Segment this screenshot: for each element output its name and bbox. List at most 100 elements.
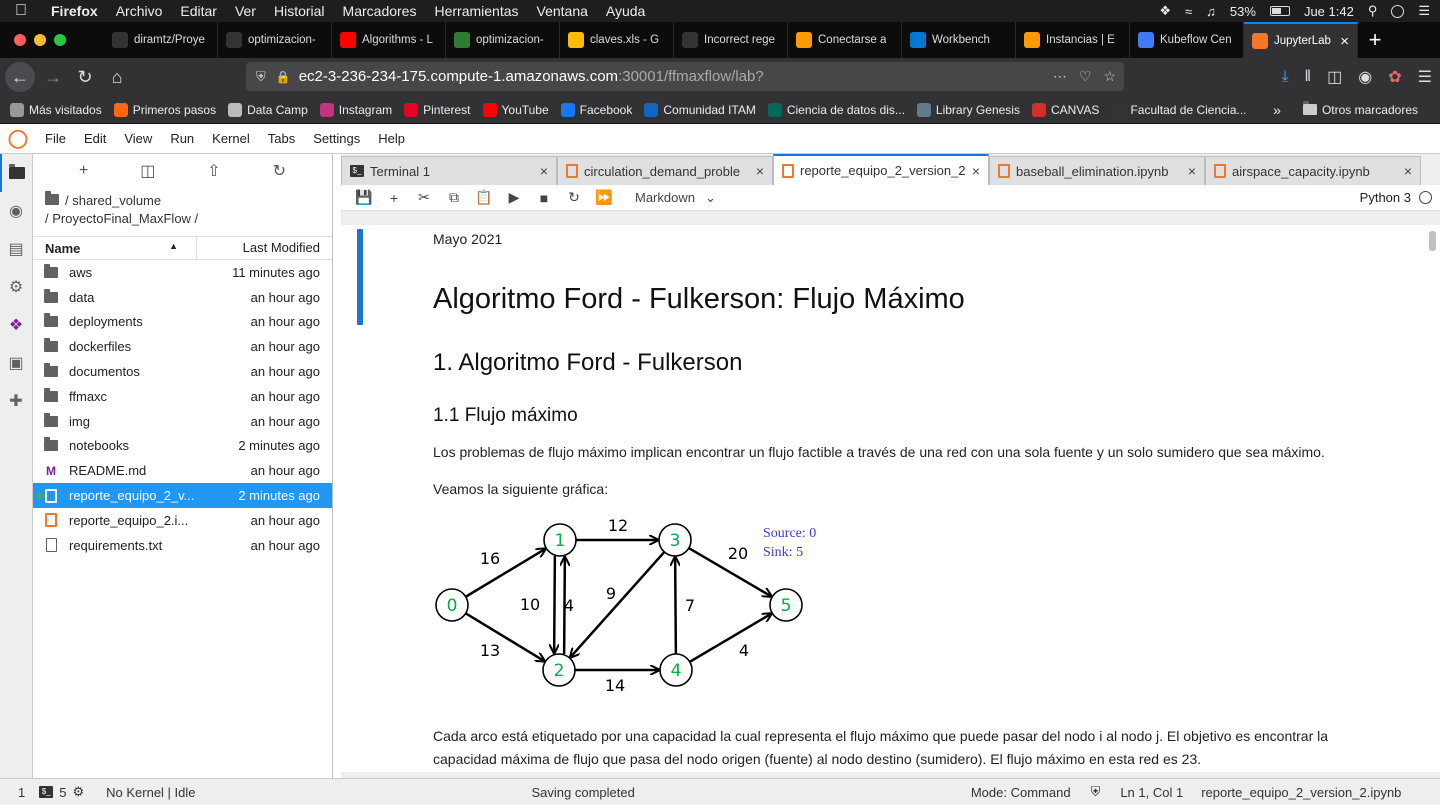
menu-help[interactable]: Help [369,131,414,146]
breadcrumb-project[interactable]: / ProyectoFinal_MaxFlow / [45,210,320,228]
file-row[interactable]: dockerfiles an hour ago [33,334,332,359]
menu-kernel[interactable]: Kernel [203,131,259,146]
file-row[interactable]: M README.md an hour ago [33,458,332,483]
menu-edit[interactable]: Edit [75,131,115,146]
menu-archivo[interactable]: Archivo [107,3,172,19]
bookmark-item[interactable]: Library Genesis [916,102,1020,117]
control-center-icon[interactable]: ☰ [1418,3,1430,19]
menu-view[interactable]: View [115,131,161,146]
reload-button[interactable]: ↻ [69,61,101,93]
menu-ayuda[interactable]: Ayuda [597,3,654,19]
name-column-header[interactable]: Name ▲ [33,241,196,256]
home-button[interactable]: ⌂ [101,61,133,93]
menu-settings[interactable]: Settings [304,131,369,146]
open-tabs-icon[interactable]: ▣ [0,344,32,382]
new-launcher-icon[interactable]: + [79,162,88,180]
notebook-body[interactable]: Mayo 2021 Algoritmo Ford - Fulkerson: Fl… [341,225,1440,772]
library-icon[interactable]: ‖ [1305,68,1312,86]
document-tab[interactable]: $_ Terminal 1 × [341,156,557,185]
browser-tab[interactable]: diramtz/Proye [104,22,218,58]
volume-icon[interactable]: ♫ [1206,4,1216,19]
bookmark-item[interactable]: Data Camp [228,102,308,117]
cursor-position[interactable]: Ln 1, Col 1 [1120,785,1183,800]
file-browser-tab-icon[interactable] [0,154,32,192]
bookmark-item[interactable]: CANVAS [1031,102,1099,117]
refresh-icon[interactable]: ↻ [273,161,286,181]
close-tab-icon[interactable]: × [540,163,548,179]
close-tab-icon[interactable]: × [1404,163,1412,179]
sidebar-icon[interactable]: ◫ [1327,67,1342,87]
cell-type-dropdown[interactable]: Markdown ⌄ [635,190,716,206]
file-row[interactable]: data an hour ago [33,285,332,310]
document-tab[interactable]: circulation_demand_proble × [557,156,773,185]
save-icon[interactable]: 💾 [349,189,379,206]
forward-button[interactable]: → [37,61,69,93]
scrollbar[interactable] [1429,231,1436,251]
close-tab-icon[interactable]: × [972,163,980,179]
other-bookmarks-folder[interactable]: Otros marcadores [1302,101,1418,117]
last-modified-column-header[interactable]: Last Modified [196,236,332,260]
clock[interactable]: Jue 1:42 [1304,4,1354,19]
active-cell-indicator[interactable] [357,229,363,325]
copy-icon[interactable]: ⧉ [439,189,469,206]
menu-app-firefox[interactable]: Firefox [42,3,107,19]
breadcrumb-shared-volume[interactable]: / shared_volume [65,193,161,208]
bookmark-item[interactable]: Facultad de Ciencia... [1111,102,1247,117]
kernel-status[interactable]: No Kernel | Idle [106,785,195,800]
menu-editar[interactable]: Editar [171,3,226,19]
apple-icon[interactable]:  [0,2,42,20]
menu-marcadores[interactable]: Marcadores [334,3,426,19]
trusted-icon[interactable]: ⛨ [1091,784,1101,800]
property-inspector-icon[interactable]: ⚙ [0,268,32,306]
close-tab-icon[interactable]: × [1188,163,1196,179]
menu-herramientas[interactable]: Herramientas [425,3,527,19]
downloads-icon[interactable]: ⤓ [1281,68,1288,86]
menu-ventana[interactable]: Ventana [528,3,597,19]
file-row[interactable]: notebooks 2 minutes ago [33,434,332,459]
url-bar[interactable]: ⛨ 🔒 ec2-3-236-234-175.compute-1.amazonaw… [246,62,1124,91]
bookmark-item[interactable]: Ciencia de datos dis... [767,102,905,117]
insert-cell-icon[interactable]: + [379,190,409,206]
browser-tab[interactable]: JupyterLab × [1244,22,1358,58]
extension-icon[interactable]: ✿ [1388,67,1401,87]
bookmark-item[interactable]: Primeros pasos [113,102,216,117]
bluetooth-icon[interactable]: ❖ [1159,3,1171,19]
menu-tabs[interactable]: Tabs [259,131,304,146]
back-button[interactable]: ← [5,62,35,92]
browser-tab[interactable]: optimizacion- [446,22,560,58]
run-icon[interactable]: ▶ [499,189,529,206]
browser-tab[interactable]: Workbench [902,22,1016,58]
hamburger-menu-icon[interactable]: ☰ [1418,67,1432,87]
file-row[interactable]: requirements.txt an hour ago [33,533,332,558]
document-tab[interactable]: baseball_elimination.ipynb × [989,156,1205,185]
browser-tab[interactable]: Instancias | E [1016,22,1130,58]
restart-icon[interactable]: ↻ [559,189,589,206]
minimize-window-button[interactable] [34,34,46,46]
cut-icon[interactable]: ✂ [409,189,439,206]
bookmark-item[interactable]: Pinterest [404,102,471,117]
file-row[interactable]: aws 11 minutes ago [33,260,332,285]
bookmark-star-icon[interactable]: ☆ [1103,68,1116,85]
browser-tab[interactable]: claves.xls - G [560,22,674,58]
stop-icon[interactable]: ■ [529,190,559,206]
browser-tab[interactable]: Algorithms - L [332,22,446,58]
bookmark-item[interactable]: Instagram [319,102,392,117]
kernel-indicator[interactable]: Python 3 [1360,190,1432,205]
file-row[interactable]: ffmaxc an hour ago [33,384,332,409]
browser-tab[interactable]: Kubeflow Cen [1130,22,1244,58]
folder-icon[interactable] [45,191,59,205]
running-kernels-icon[interactable]: ◉ [0,192,32,230]
close-tab-icon[interactable]: × [1340,33,1349,50]
menu-historial[interactable]: Historial [265,3,334,19]
close-window-button[interactable] [14,34,26,46]
simple-mode-toggle[interactable]: 1 [18,785,25,800]
bookmark-item[interactable]: Comunidad ITAM [644,102,756,117]
document-tab[interactable]: airspace_capacity.ipynb × [1205,156,1421,185]
browser-tab[interactable]: Conectarse a [788,22,902,58]
new-tab-button[interactable]: + [1358,22,1392,58]
shield-icon[interactable]: ⛨ [256,69,266,85]
bookmark-item[interactable]: YouTube [482,102,549,117]
menu-file[interactable]: File [36,131,75,146]
commands-icon[interactable]: ▤ [0,230,32,268]
file-row[interactable]: reporte_equipo_2_v... 2 minutes ago [33,483,332,508]
